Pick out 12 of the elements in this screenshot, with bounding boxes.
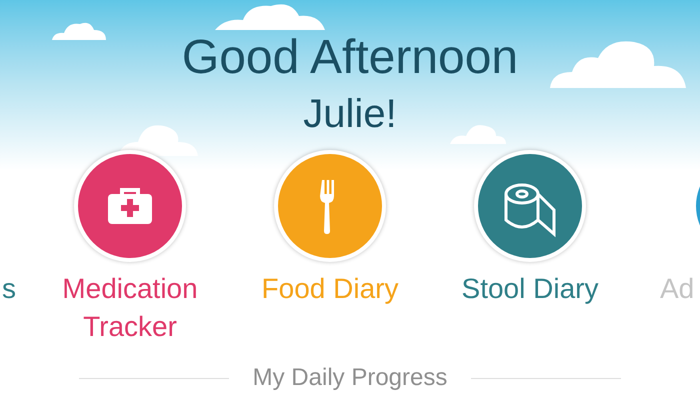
tracker-icon-background[interactable]	[478, 154, 582, 258]
fork-icon	[320, 180, 334, 234]
first-aid-kit-icon	[108, 188, 152, 224]
tracker-label[interactable]: Medication Tracker	[62, 270, 198, 346]
tracker-icon-background[interactable]	[278, 154, 382, 258]
section-title: My Daily Progress	[252, 364, 448, 392]
cloud-icon	[450, 122, 506, 144]
tracker-label[interactable]: s	[2, 270, 16, 308]
user-name: Julie!	[303, 91, 397, 138]
greeting-title: Good Afternoon	[182, 30, 518, 86]
toilet-paper-roll-icon	[504, 184, 556, 236]
tracker-label[interactable]: Stool Diary	[462, 270, 598, 308]
